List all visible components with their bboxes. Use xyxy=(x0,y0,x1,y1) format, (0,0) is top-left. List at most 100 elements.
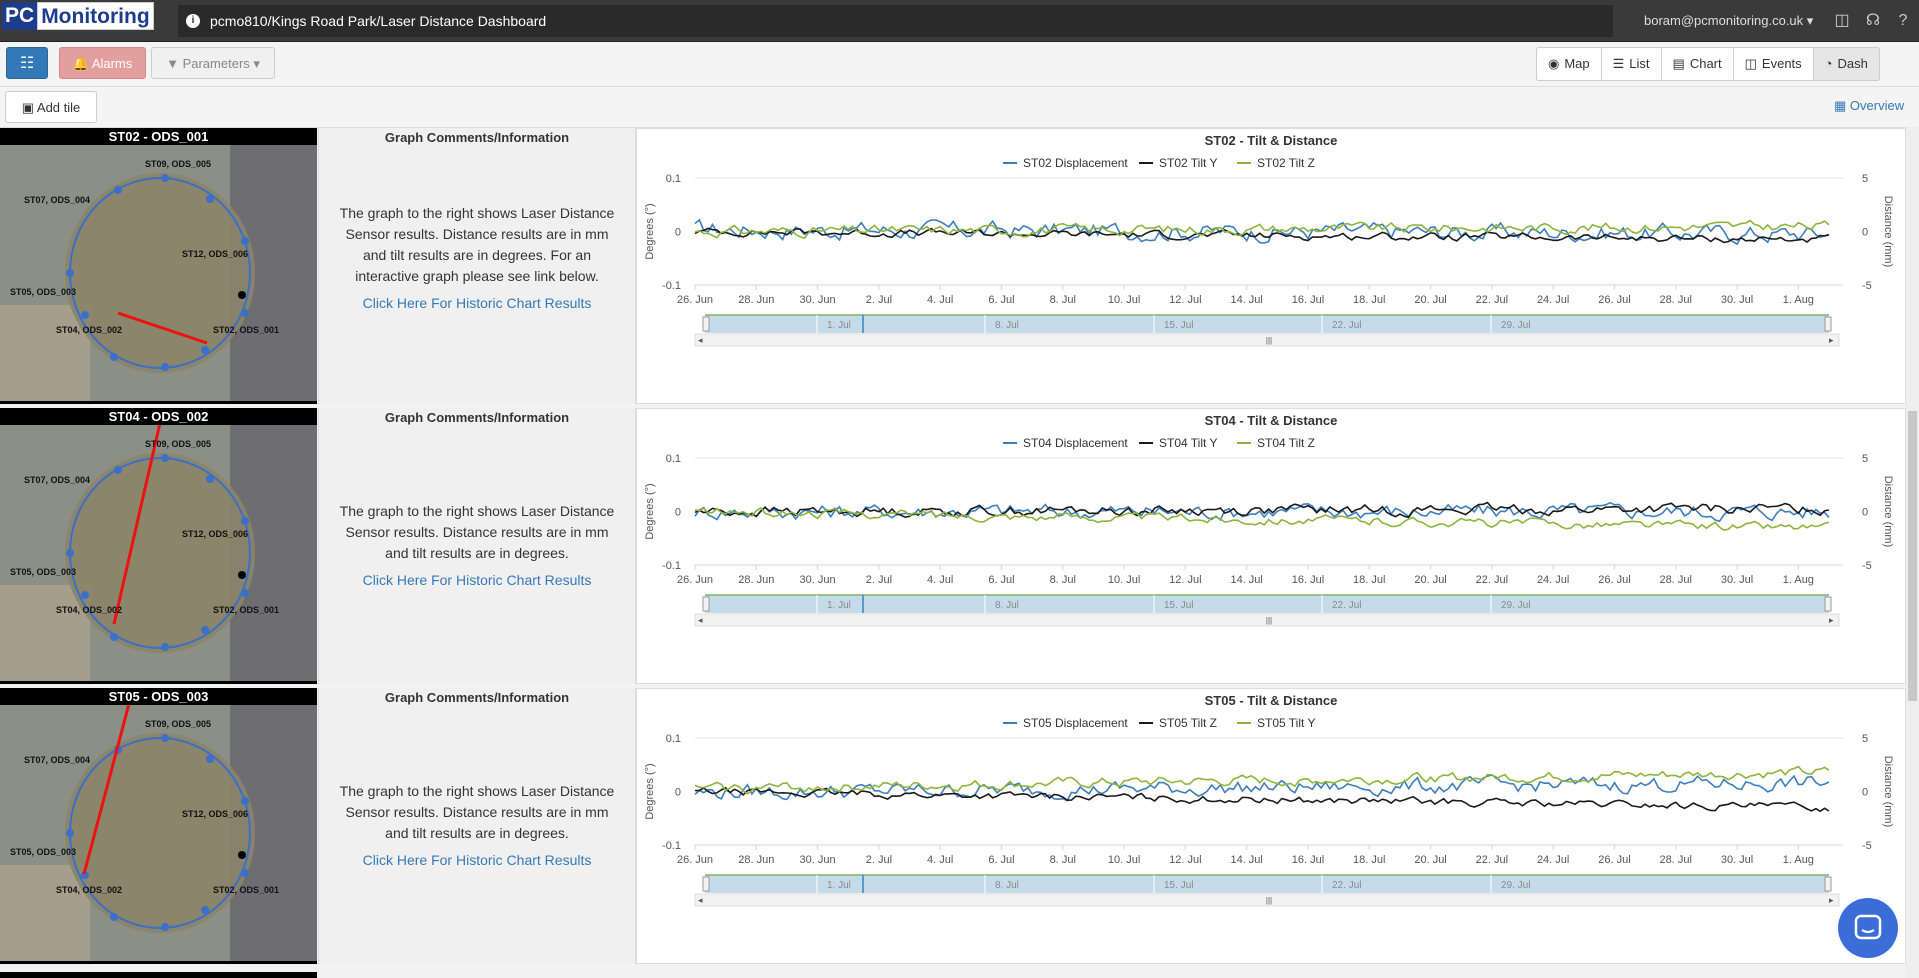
breadcrumb-path[interactable]: i pcmo810/Kings Road Park/Laser Distance… xyxy=(178,5,1613,37)
pc-monitoring-logo[interactable]: PC Monitoring xyxy=(2,2,154,30)
historic-chart-link[interactable]: Click Here For Historic Chart Results xyxy=(319,852,635,868)
legend-item: ST02 Displacement xyxy=(1023,156,1128,170)
y-tick-left: 0 xyxy=(675,227,681,239)
chart-svg: ST05 - Tilt & Distance ST05 Displacement S… xyxy=(644,693,1894,907)
messages-icon[interactable]: ◫ xyxy=(1832,11,1852,31)
x-tick-label: 4. Jul xyxy=(927,854,953,866)
scroll-left-icon[interactable]: ◂ xyxy=(698,615,703,625)
navigator-handle-left[interactable] xyxy=(702,316,710,332)
y-tick-right: 0 xyxy=(1862,507,1868,519)
sensor-node xyxy=(241,517,249,525)
x-tick-label: 26. Jul xyxy=(1598,854,1630,866)
map-label-st12: ST12, ODS_006 xyxy=(182,529,248,539)
scrollbar-thumb[interactable] xyxy=(1908,411,1917,701)
sensor-node xyxy=(110,913,118,921)
navigator-handle-left[interactable] xyxy=(702,876,710,892)
scroll-left-icon[interactable]: ◂ xyxy=(698,335,703,345)
alarms-button[interactable]: 🔔 Alarms xyxy=(59,47,146,79)
navigator-tick-label: 8. Jul xyxy=(995,320,1019,331)
y-axis-label-left: Degrees (°) xyxy=(644,763,656,819)
map-tile[interactable]: ST02 - ODS_001 ST09, ODS_005 ST07, ODS_004… xyxy=(0,128,317,404)
user-menu[interactable]: boram@pcmonitoring.co.uk ▾ xyxy=(1644,0,1813,41)
map-tile[interactable]: ST05 - ODS_003 ST09, ODS_005 ST07, ODS_004… xyxy=(0,688,317,964)
chart-icon: ▤ xyxy=(1672,56,1685,71)
parameters-dropdown[interactable]: ▼ Parameters ▾ xyxy=(151,47,275,79)
map-tile-title: ST05 - ODS_003 xyxy=(108,689,209,704)
y-tick-left: 0.1 xyxy=(666,733,681,745)
scroll-right-icon[interactable]: ▸ xyxy=(1829,895,1834,905)
page-scrollbar[interactable] xyxy=(1906,127,1919,978)
navigator-handle-left[interactable] xyxy=(702,596,710,612)
chat-launcher-button[interactable] xyxy=(1838,898,1898,958)
overview-label: Overview xyxy=(1849,98,1905,113)
site-aerial-map: ST09, ODS_005 ST07, ODS_004 ST12, ODS_006 S… xyxy=(0,425,317,681)
info-panel-text: The graph to the right shows Laser Dista… xyxy=(339,783,615,841)
x-tick-label: 28. Jul xyxy=(1660,294,1692,306)
x-tick-label: 16. Jul xyxy=(1292,854,1324,866)
navigator-window[interactable] xyxy=(705,595,1829,613)
chart-title: ST05 - Tilt & Distance xyxy=(1205,693,1338,708)
x-tick-label: 8. Jul xyxy=(1050,854,1076,866)
grid-icon: ▦ xyxy=(1834,98,1847,113)
tree-toggle-button[interactable]: ☷ xyxy=(6,47,48,79)
x-tick-label: 4. Jul xyxy=(927,294,953,306)
historic-chart-link[interactable]: Click Here For Historic Chart Results xyxy=(319,295,635,311)
x-tick-label: 30. Jul xyxy=(1721,574,1753,586)
chart-svg: ST02 - Tilt & Distance ST02 Displacement S… xyxy=(644,133,1894,347)
x-tick-label: 28. Jun xyxy=(738,574,774,586)
sensor-node xyxy=(66,549,74,557)
navigator-tick-label: 15. Jul xyxy=(1164,600,1193,611)
alarms-label: Alarms xyxy=(91,56,133,71)
dashboard-row: ST02 - ODS_001 ST09, ODS_005 ST07, ODS_004… xyxy=(0,128,1919,404)
tilt-distance-chart[interactable]: ST02 - Tilt & Distance ST02 Displacement S… xyxy=(636,128,1906,404)
view-map-button[interactable]: ◉ Map xyxy=(1537,48,1602,80)
view-events-button[interactable]: ◫ Events xyxy=(1734,48,1814,80)
view-chart-button[interactable]: ▤ Chart xyxy=(1662,48,1734,80)
chart-svg: ST04 - Tilt & Distance ST04 Displacement S… xyxy=(644,413,1894,627)
x-tick-label: 6. Jul xyxy=(988,854,1014,866)
navigator-window[interactable] xyxy=(705,315,1829,333)
scroll-grip-icon[interactable]: ||| xyxy=(1266,616,1272,625)
view-dash-button[interactable]: ◔ Dash xyxy=(1813,48,1879,80)
tilt-distance-chart[interactable]: ST05 - Tilt & Distance ST05 Displacement S… xyxy=(636,688,1906,964)
overview-link[interactable]: ▦ Overview xyxy=(1834,98,1904,114)
x-tick-label: 12. Jul xyxy=(1169,574,1201,586)
info-panel-text: The graph to the right shows Laser Dista… xyxy=(339,503,615,561)
scroll-right-icon[interactable]: ▸ xyxy=(1829,335,1834,345)
map-label-st09: ST09, ODS_005 xyxy=(145,719,211,729)
legend-item: ST05 Tilt Y xyxy=(1257,716,1315,730)
y-tick-right: 5 xyxy=(1862,453,1868,465)
scroll-left-icon[interactable]: ◂ xyxy=(698,895,703,905)
x-tick-label: 6. Jul xyxy=(988,574,1014,586)
scroll-grip-icon[interactable]: ||| xyxy=(1266,336,1272,345)
y-tick-right: -5 xyxy=(1862,280,1872,292)
view-list-button[interactable]: ☰ List xyxy=(1602,48,1662,80)
x-tick-label: 18. Jul xyxy=(1353,294,1385,306)
series-line xyxy=(694,786,1830,813)
map-label-st05: ST05, ODS_003 xyxy=(10,567,76,577)
navigator-handle-right[interactable] xyxy=(1824,596,1832,612)
navigator-window[interactable] xyxy=(705,875,1829,893)
help-icon[interactable]: ? xyxy=(1893,11,1913,31)
x-tick-label: 26. Jun xyxy=(677,294,713,306)
navigator-handle-right[interactable] xyxy=(1824,316,1832,332)
navigator-tick-label: 22. Jul xyxy=(1332,880,1361,891)
headset-icon[interactable]: ☊ xyxy=(1863,11,1883,31)
x-tick-label: 10. Jul xyxy=(1108,294,1140,306)
x-tick-label: 26. Jun xyxy=(677,574,713,586)
scroll-grip-icon[interactable]: ||| xyxy=(1266,896,1272,905)
x-tick-label: 1. Aug xyxy=(1783,294,1814,306)
chart-title: ST04 - Tilt & Distance xyxy=(1205,413,1338,428)
add-tile-label: Add tile xyxy=(36,100,81,115)
map-label-st02: ST02, ODS_001 xyxy=(213,605,279,615)
add-tile-button[interactable]: ▣ Add tile xyxy=(5,91,97,123)
info-panel: Graph Comments/Information The graph to t… xyxy=(318,128,636,404)
x-tick-label: 26. Jul xyxy=(1598,294,1630,306)
map-tile[interactable]: ST04 - ODS_002 ST09, ODS_005 ST07, ODS_004… xyxy=(0,408,317,684)
historic-chart-link[interactable]: Click Here For Historic Chart Results xyxy=(319,572,635,588)
y-tick-right: -5 xyxy=(1862,840,1872,852)
tilt-distance-chart[interactable]: ST04 - Tilt & Distance ST04 Displacement S… xyxy=(636,408,1906,684)
scroll-right-icon[interactable]: ▸ xyxy=(1829,615,1834,625)
navigator-tick-label: 1. Jul xyxy=(827,600,851,611)
navigator-handle-right[interactable] xyxy=(1824,876,1832,892)
